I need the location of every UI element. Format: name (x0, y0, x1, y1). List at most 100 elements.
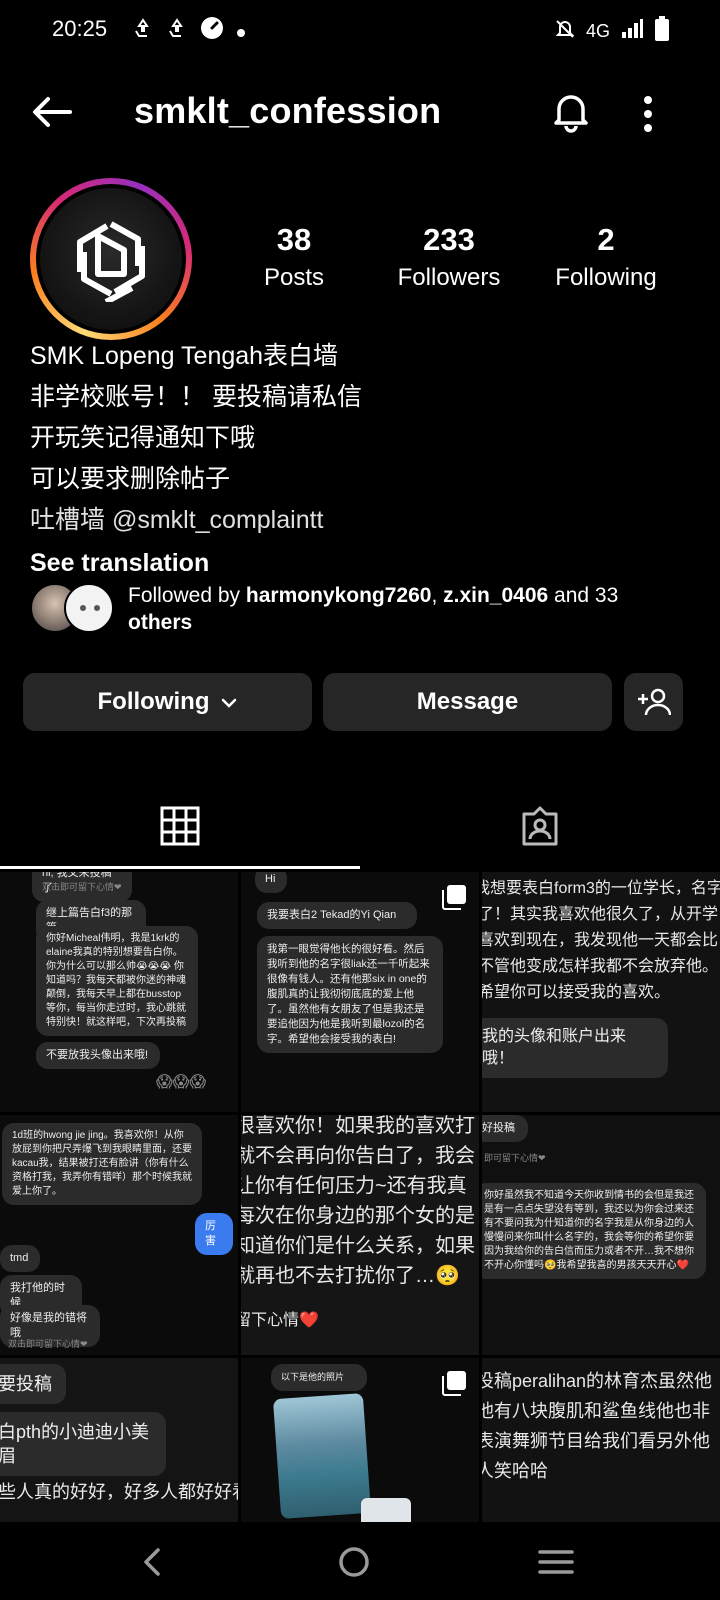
tab-tagged[interactable] (360, 788, 720, 870)
chat-bubble: 我第一眼觉得他长的很好看。然后我听到他的名字很liak还一千听起来很像有钱人。还… (257, 936, 443, 1053)
post-thumbnail[interactable]: 好投稿 即可留下心情❤ 你好虽然我不知道今天你收到情书的会但是我还是有一点点失望… (482, 1115, 720, 1355)
post-text-line: 表演舞狮节目给我们看另外他 (482, 1431, 710, 1451)
followed-by[interactable]: Followed by harmonykong7260, z.xin_0406 … (30, 580, 700, 640)
bio-line: 非学校账号！！ 要投稿请私信 (30, 383, 362, 411)
bell-icon[interactable] (548, 88, 594, 134)
post-thumbnail[interactable]: Hi 我要表白2 Tekad的Yi Qian 我第一眼觉得他长的很好看。然后我听… (241, 872, 479, 1112)
recent-apps-icon[interactable] (538, 1534, 598, 1590)
profile-avatar[interactable] (40, 188, 182, 330)
post-thumbnail[interactable]: 1d班的hwong jie jing。我喜欢你！从你放屁到你把尺弄爆飞到我眼睛里… (0, 1115, 238, 1355)
carousel-icon (441, 884, 467, 910)
post-text-line: 知道你们是什么关系，如果 (241, 1235, 475, 1257)
post-text-line: 些人真的好好，好多人都好好看， (0, 1482, 238, 1502)
profile-tabs (0, 788, 720, 870)
carousel-icon (441, 1370, 467, 1396)
post-thumbnail[interactable]: 投稿peralihan的林育杰虽然他 他有八块腹肌和鲨鱼线他也非 表演舞狮节目给… (482, 1358, 720, 1522)
posts-grid: hi, 我又来投稿了 双击即可留下心情❤ 继上篇告白f3的那篇 你好Michea… (0, 872, 720, 1522)
posts-count-label: Posts (263, 264, 325, 291)
knot-logo-icon (77, 221, 145, 302)
followers-count-value: 233 (423, 222, 475, 257)
chat-bubble-sent: 厉害 (195, 1213, 233, 1255)
post-text-line: 很喜欢你！如果我的喜欢打 (241, 1115, 475, 1137)
tagged-person-icon (522, 806, 558, 846)
bio-mention-line[interactable]: 吐槽墙 @smklt_complaintt (30, 500, 690, 541)
post-text-line: 让你有任何压力~还有我真 (241, 1175, 467, 1197)
status-bar: 20:25 4G (0, 0, 720, 62)
mutual-follower-link[interactable]: z.xin_0406 (443, 584, 548, 607)
recycle-icon (166, 17, 188, 47)
network-type: 4G (585, 21, 610, 41)
back-nav-icon[interactable] (122, 1534, 182, 1590)
followers-count-label: Followers (397, 264, 501, 291)
dot-icon (236, 18, 246, 46)
speedometer-icon (200, 16, 224, 48)
followers-count[interactable]: 233 Followers (390, 222, 508, 292)
more-vertical-icon[interactable] (640, 92, 680, 136)
chat-bubble: 不要放我头像出来哦! (36, 1042, 160, 1069)
bio-line: SMK Lopeng Tengah表白墙 (30, 342, 339, 370)
chat-bubble: 好投稿 (482, 1115, 528, 1142)
post-text-line: 每次在你身边的那个女的是 (241, 1205, 475, 1227)
post-text-line: 就不会再向你告白了，我会 (241, 1145, 475, 1167)
post-thumbnail[interactable]: 我想要表白form3的一位学长，名字 了！其实我喜欢他很久了，从开学 喜欢到现在… (482, 872, 720, 1112)
following-button[interactable]: Following (23, 673, 312, 731)
chat-bubble: 你好虽然我不知道今天你收到情书的会但是我还是有一点点失望没有等到，我还以为你会过… (482, 1183, 706, 1279)
grid-icon (160, 806, 200, 846)
post-text-line: 投稿peralihan的林育杰虽然他 (482, 1371, 713, 1391)
chat-note: 双击即可留下心情❤ (42, 882, 122, 892)
avatar (64, 583, 114, 633)
post-thumbnail[interactable]: 要投稿 白pth的小迪迪小美眉 些人真的好好，好多人都好好看， (0, 1358, 238, 1522)
post-text-line: 喜欢到现在，我发现他一天都会比 (482, 932, 719, 949)
recycle-icon (132, 17, 154, 47)
add-user-button[interactable] (624, 673, 683, 731)
chat-bubble: 要投稿 (0, 1364, 66, 1404)
back-arrow-icon[interactable] (28, 88, 76, 136)
chat-note: 双击即可留下心情❤ (8, 1339, 88, 1349)
following-count-value: 2 (597, 222, 615, 257)
active-tab-indicator (0, 866, 360, 869)
chat-bubble: 我要表白2 Tekad的Yi Qian (257, 902, 417, 929)
post-text-line: 了！其实我喜欢他很久了，从开学 (482, 906, 719, 923)
chat-bubble: 你好Micheal伟明，我是1krk的elaine我真的特别想要告白你。你为什么… (36, 926, 198, 1036)
post-text-line: 不管他变成怎样我都不会放弃他。 (482, 958, 719, 975)
post-text-line: 留下心情❤️ (241, 1312, 319, 1329)
post-thumbnail[interactable]: 很喜欢你！如果我的喜欢打 就不会再向你告白了，我会 让你有任何压力~还有我真 每… (241, 1115, 479, 1355)
bio-line: 开玩笑记得通知下哦 (30, 424, 256, 452)
mutual-follower-link[interactable]: harmonykong7260 (246, 584, 432, 607)
post-text-line: 就再也不去打扰你了…🥺 (241, 1265, 460, 1287)
post-text-line: 我想要表白form3的一位学长，名字 (482, 880, 720, 897)
chat-note: 即可留下心情❤ (484, 1153, 546, 1163)
chat-bubble: 白pth的小迪迪小美眉 (0, 1412, 166, 1476)
status-system-icons: 4G (554, 16, 670, 47)
bio-line: 可以要求删除帖子 (30, 465, 231, 493)
chat-bubble: 我的头像和账户出来哦！ (482, 1018, 668, 1078)
profile-username: smklt_confession (134, 90, 442, 131)
tab-grid[interactable] (0, 788, 360, 870)
status-notification-icons (132, 16, 246, 48)
following-button-label: Following (97, 688, 210, 715)
post-thumbnail[interactable]: 以下是他的照片 (241, 1358, 479, 1522)
following-count[interactable]: 2 Following (547, 222, 665, 292)
posts-count[interactable]: 38 Posts (255, 222, 333, 292)
see-translation-link[interactable]: See translation (30, 543, 690, 584)
chat-bubble: 1d班的hwong jie jing。我喜欢你！从你放屁到你把尺弄爆飞到我眼睛里… (2, 1123, 202, 1205)
message-button[interactable]: Message (323, 673, 612, 731)
chat-bubble: Hi (255, 872, 287, 893)
signal-icon (620, 18, 644, 45)
post-thumbnail[interactable]: hi, 我又来投稿了 双击即可留下心情❤ 继上篇告白f3的那篇 你好Michea… (0, 872, 238, 1112)
home-nav-icon[interactable] (330, 1534, 390, 1590)
post-text-line: 希望你可以接受我的喜欢。 (482, 984, 671, 1001)
system-nav-bar (0, 1522, 720, 1600)
post-text-line: 人笑哈哈 (482, 1461, 548, 1481)
chevron-down-icon (221, 688, 237, 716)
posts-count-value: 38 (276, 222, 312, 257)
chat-bubble: tmd (0, 1245, 40, 1272)
followed-by-text: Followed by harmonykong7260, z.xin_0406 … (128, 584, 619, 634)
story-ring[interactable] (30, 178, 192, 340)
profile-header: smklt_confession (0, 70, 720, 150)
chat-bubble: 以下是他的照片 (271, 1364, 367, 1391)
post-text-line: 他有八块腹肌和鲨鱼线他也非 (482, 1401, 710, 1421)
profile-bio: SMK Lopeng Tengah表白墙 非学校账号！！ 要投稿请私信 开玩笑记… (30, 336, 690, 584)
photo-thumbnail (361, 1498, 411, 1522)
battery-icon (654, 16, 670, 47)
